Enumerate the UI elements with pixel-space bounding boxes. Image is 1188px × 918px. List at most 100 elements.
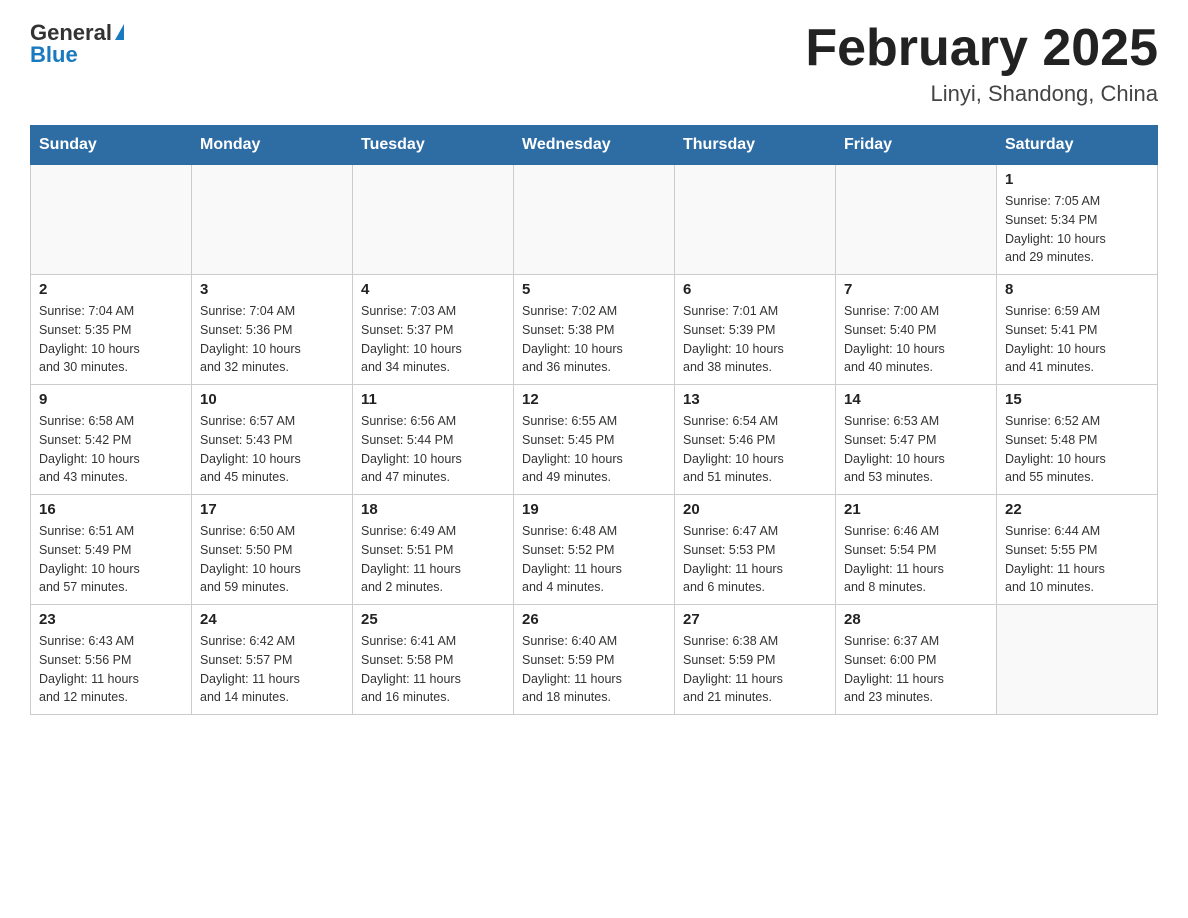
day-number: 28 (844, 611, 988, 628)
calendar-cell: 3 Sunrise: 7:04 AM Sunset: 5:36 PM Daylig… (192, 275, 353, 385)
calendar-cell (31, 165, 192, 275)
calendar-cell (192, 165, 353, 275)
calendar-cell: 10Sunrise: 6:57 AM Sunset: 5:43 PM Dayli… (192, 385, 353, 495)
day-info: Sunrise: 6:52 AM Sunset: 5:48 PM Dayligh… (1005, 412, 1149, 487)
calendar-cell: 4 Sunrise: 7:03 AM Sunset: 5:37 PM Daylig… (353, 275, 514, 385)
calendar-cell: 1 Sunrise: 7:05 AM Sunset: 5:34 PM Daylig… (997, 165, 1158, 275)
calendar-cell: 9Sunrise: 6:58 AM Sunset: 5:42 PM Daylig… (31, 385, 192, 495)
calendar-cell: 11Sunrise: 6:56 AM Sunset: 5:44 PM Dayli… (353, 385, 514, 495)
day-number: 26 (522, 611, 666, 628)
header-day-monday: Monday (192, 126, 353, 165)
week-row-4: 16 Sunrise: 6:51 AM Sunset: 5:49 PM Dayli… (31, 495, 1158, 605)
day-info: Sunrise: 7:05 AM Sunset: 5:34 PM Dayligh… (1005, 192, 1149, 267)
calendar-cell (997, 605, 1158, 715)
day-info: Sunrise: 7:01 AM Sunset: 5:39 PM Dayligh… (683, 302, 827, 377)
week-row-5: 23 Sunrise: 6:43 AM Sunset: 5:56 PM Dayli… (31, 605, 1158, 715)
day-number: 7 (844, 281, 988, 298)
calendar-cell: 6 Sunrise: 7:01 AM Sunset: 5:39 PM Daylig… (675, 275, 836, 385)
calendar-title: February 2025 (805, 20, 1158, 77)
header-day-thursday: Thursday (675, 126, 836, 165)
day-info: Sunrise: 7:00 AM Sunset: 5:40 PM Dayligh… (844, 302, 988, 377)
calendar-cell: 23 Sunrise: 6:43 AM Sunset: 5:56 PM Dayli… (31, 605, 192, 715)
header-day-sunday: Sunday (31, 126, 192, 165)
calendar-cell: 2 Sunrise: 7:04 AM Sunset: 5:35 PM Daylig… (31, 275, 192, 385)
day-number: 4 (361, 281, 505, 298)
day-number: 9 (39, 391, 183, 408)
calendar-cell: 27Sunrise: 6:38 AM Sunset: 5:59 PM Dayli… (675, 605, 836, 715)
calendar-cell: 28 Sunrise: 6:37 AM Sunset: 6:00 PM Dayli… (836, 605, 997, 715)
day-info: Sunrise: 6:50 AM Sunset: 5:50 PM Dayligh… (200, 522, 344, 597)
day-number: 2 (39, 281, 183, 298)
day-info: Sunrise: 6:59 AM Sunset: 5:41 PM Dayligh… (1005, 302, 1149, 377)
day-number: 8 (1005, 281, 1149, 298)
day-info: Sunrise: 6:41 AM Sunset: 5:58 PM Dayligh… (361, 632, 505, 707)
day-number: 20 (683, 501, 827, 518)
week-row-3: 9Sunrise: 6:58 AM Sunset: 5:42 PM Daylig… (31, 385, 1158, 495)
logo-triangle-icon (115, 24, 124, 40)
day-info: Sunrise: 7:04 AM Sunset: 5:35 PM Dayligh… (39, 302, 183, 377)
logo: General Blue (30, 20, 124, 68)
day-info: Sunrise: 7:03 AM Sunset: 5:37 PM Dayligh… (361, 302, 505, 377)
day-info: Sunrise: 6:47 AM Sunset: 5:53 PM Dayligh… (683, 522, 827, 597)
calendar-cell: 8 Sunrise: 6:59 AM Sunset: 5:41 PM Daylig… (997, 275, 1158, 385)
day-number: 25 (361, 611, 505, 628)
day-info: Sunrise: 6:51 AM Sunset: 5:49 PM Dayligh… (39, 522, 183, 597)
day-number: 1 (1005, 171, 1149, 188)
calendar-cell (514, 165, 675, 275)
calendar-cell: 7 Sunrise: 7:00 AM Sunset: 5:40 PM Daylig… (836, 275, 997, 385)
calendar-header: SundayMondayTuesdayWednesdayThursdayFrid… (31, 126, 1158, 165)
calendar-subtitle: Linyi, Shandong, China (805, 81, 1158, 107)
day-number: 18 (361, 501, 505, 518)
calendar-cell: 15 Sunrise: 6:52 AM Sunset: 5:48 PM Dayli… (997, 385, 1158, 495)
header-day-friday: Friday (836, 126, 997, 165)
day-info: Sunrise: 6:46 AM Sunset: 5:54 PM Dayligh… (844, 522, 988, 597)
calendar-cell: 18Sunrise: 6:49 AM Sunset: 5:51 PM Dayli… (353, 495, 514, 605)
day-info: Sunrise: 6:54 AM Sunset: 5:46 PM Dayligh… (683, 412, 827, 487)
day-info: Sunrise: 6:53 AM Sunset: 5:47 PM Dayligh… (844, 412, 988, 487)
header-day-tuesday: Tuesday (353, 126, 514, 165)
calendar-cell: 16 Sunrise: 6:51 AM Sunset: 5:49 PM Dayli… (31, 495, 192, 605)
day-number: 21 (844, 501, 988, 518)
day-info: Sunrise: 7:02 AM Sunset: 5:38 PM Dayligh… (522, 302, 666, 377)
day-info: Sunrise: 6:42 AM Sunset: 5:57 PM Dayligh… (200, 632, 344, 707)
calendar-cell: 13 Sunrise: 6:54 AM Sunset: 5:46 PM Dayli… (675, 385, 836, 495)
calendar-cell (675, 165, 836, 275)
day-info: Sunrise: 6:43 AM Sunset: 5:56 PM Dayligh… (39, 632, 183, 707)
header-day-wednesday: Wednesday (514, 126, 675, 165)
week-row-1: 1 Sunrise: 7:05 AM Sunset: 5:34 PM Daylig… (31, 165, 1158, 275)
day-info: Sunrise: 6:48 AM Sunset: 5:52 PM Dayligh… (522, 522, 666, 597)
header-row: SundayMondayTuesdayWednesdayThursdayFrid… (31, 126, 1158, 165)
calendar-cell: 12 Sunrise: 6:55 AM Sunset: 5:45 PM Dayli… (514, 385, 675, 495)
day-number: 5 (522, 281, 666, 298)
day-number: 19 (522, 501, 666, 518)
logo-blue-text: Blue (30, 42, 124, 68)
day-number: 15 (1005, 391, 1149, 408)
week-row-2: 2 Sunrise: 7:04 AM Sunset: 5:35 PM Daylig… (31, 275, 1158, 385)
calendar-cell: 14 Sunrise: 6:53 AM Sunset: 5:47 PM Dayli… (836, 385, 997, 495)
calendar-cell: 21 Sunrise: 6:46 AM Sunset: 5:54 PM Dayli… (836, 495, 997, 605)
day-number: 23 (39, 611, 183, 628)
calendar-cell: 19 Sunrise: 6:48 AM Sunset: 5:52 PM Dayli… (514, 495, 675, 605)
header: General Blue February 2025 Linyi, Shando… (30, 20, 1158, 107)
day-number: 24 (200, 611, 344, 628)
calendar-body: 1 Sunrise: 7:05 AM Sunset: 5:34 PM Daylig… (31, 165, 1158, 715)
day-number: 11 (361, 391, 505, 408)
day-info: Sunrise: 6:57 AM Sunset: 5:43 PM Dayligh… (200, 412, 344, 487)
calendar-cell: 20 Sunrise: 6:47 AM Sunset: 5:53 PM Dayli… (675, 495, 836, 605)
day-info: Sunrise: 6:55 AM Sunset: 5:45 PM Dayligh… (522, 412, 666, 487)
day-number: 6 (683, 281, 827, 298)
day-number: 16 (39, 501, 183, 518)
day-number: 3 (200, 281, 344, 298)
day-number: 13 (683, 391, 827, 408)
day-info: Sunrise: 6:37 AM Sunset: 6:00 PM Dayligh… (844, 632, 988, 707)
day-info: Sunrise: 6:44 AM Sunset: 5:55 PM Dayligh… (1005, 522, 1149, 597)
day-number: 22 (1005, 501, 1149, 518)
calendar-cell (353, 165, 514, 275)
day-number: 17 (200, 501, 344, 518)
calendar-cell: 26Sunrise: 6:40 AM Sunset: 5:59 PM Dayli… (514, 605, 675, 715)
calendar-cell (836, 165, 997, 275)
day-number: 14 (844, 391, 988, 408)
day-number: 12 (522, 391, 666, 408)
calendar-table: SundayMondayTuesdayWednesdayThursdayFrid… (30, 125, 1158, 715)
day-info: Sunrise: 7:04 AM Sunset: 5:36 PM Dayligh… (200, 302, 344, 377)
